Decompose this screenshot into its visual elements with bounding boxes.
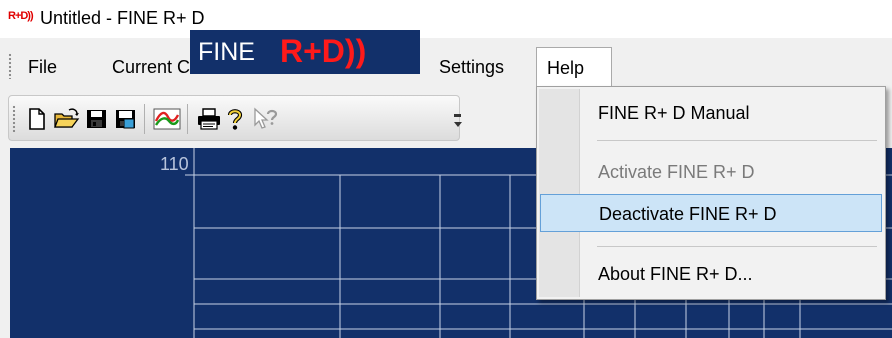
menu-item-activate: Activate FINE R+ D xyxy=(598,162,755,182)
menu-item-manual[interactable]: FINE R+ D Manual xyxy=(540,94,882,132)
menu-separator xyxy=(597,246,877,247)
product-logo: FINE R+D)) xyxy=(190,30,420,74)
menu-settings[interactable]: Settings xyxy=(429,47,514,87)
toolbar-grip-handle[interactable] xyxy=(12,105,16,133)
menu-separator xyxy=(597,140,877,141)
menu-help[interactable]: Help xyxy=(536,47,612,89)
menu-bar: File Current Curve View Tools Settings H… xyxy=(0,47,892,89)
y-axis-tick-label: 110 xyxy=(160,154,189,174)
chevron-down-icon[interactable] xyxy=(454,122,462,127)
app-logo-icon: R+D)) xyxy=(8,10,34,22)
print-icon[interactable] xyxy=(195,107,221,131)
window-title: Untitled - FINE R+ D xyxy=(40,8,205,28)
toolbar-separator xyxy=(144,104,145,134)
menu-item-about[interactable]: About FINE R+ D... xyxy=(540,255,882,293)
menubar-grip-handle[interactable] xyxy=(8,53,12,79)
toolbar-separator xyxy=(187,104,188,134)
help-dropdown-menu: FINE R+ D Manual Activate FINE R+ D Deac… xyxy=(536,86,886,300)
main-toolbar xyxy=(8,95,462,141)
help-icon[interactable] xyxy=(223,107,249,131)
logo-fine-text: FINE xyxy=(198,38,255,66)
context-help-icon[interactable] xyxy=(252,107,278,131)
logo-rd-text: R+D)) xyxy=(280,33,367,69)
curve-icon[interactable] xyxy=(153,107,181,131)
save-as-icon[interactable] xyxy=(113,107,139,131)
menu-item-deactivate[interactable]: Deactivate FINE R+ D xyxy=(540,194,882,232)
open-folder-icon[interactable] xyxy=(53,107,80,131)
menu-file[interactable]: File xyxy=(18,47,67,87)
save-icon[interactable] xyxy=(84,107,110,131)
title-bar: R+D)) Untitled - FINE R+ D xyxy=(0,0,892,38)
new-file-icon[interactable] xyxy=(24,107,50,131)
toolbar-options-icon[interactable] xyxy=(454,114,461,117)
